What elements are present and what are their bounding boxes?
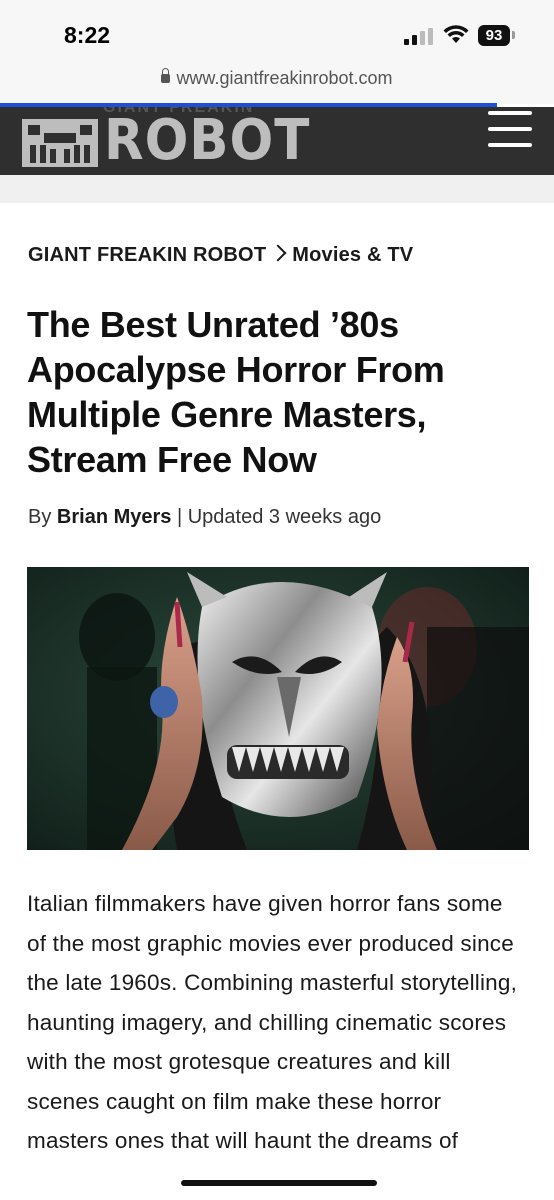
breadcrumb-section[interactable]: Movies & TV (292, 244, 413, 266)
clock: 8:22 (64, 22, 111, 48)
battery-icon: 93 (478, 25, 510, 46)
byline: By Brian Myers | Updated 3 weeks ago (28, 506, 381, 529)
byline-separator: | (176, 506, 183, 528)
author-link[interactable]: Brian Myers (57, 506, 172, 528)
updated-date: Updated 3 weeks ago (187, 506, 382, 528)
article-title: The Best Unrated ’80s Apocalypse Horror … (27, 304, 445, 480)
status-bar: 8:22 93 (0, 0, 554, 64)
wifi-icon (443, 25, 469, 43)
chevron-right-icon (269, 244, 287, 262)
url-text: www.giantfreakinrobot.com (176, 68, 393, 88)
site-header: GIANT FREAKIN ROBOT (0, 107, 554, 175)
battery-tip (512, 31, 515, 39)
signal-icon (404, 28, 434, 45)
breadcrumb-home[interactable]: GIANT FREAKIN ROBOT (28, 244, 266, 266)
byline-prefix: By (28, 506, 52, 528)
address-bar[interactable]: www.giantfreakinrobot.com (0, 64, 554, 104)
header-divider (0, 175, 554, 203)
article-body: Italian filmmakers have given horror fan… (27, 891, 518, 1153)
site-logo-text[interactable]: ROBOT (104, 111, 310, 171)
hero-image (27, 567, 529, 850)
logo-icon[interactable] (22, 113, 98, 169)
breadcrumb: GIANT FREAKIN ROBOT Movies & TV (28, 244, 413, 267)
lock-icon (161, 68, 171, 83)
home-indicator[interactable] (181, 1180, 377, 1186)
menu-icon[interactable] (488, 111, 532, 147)
